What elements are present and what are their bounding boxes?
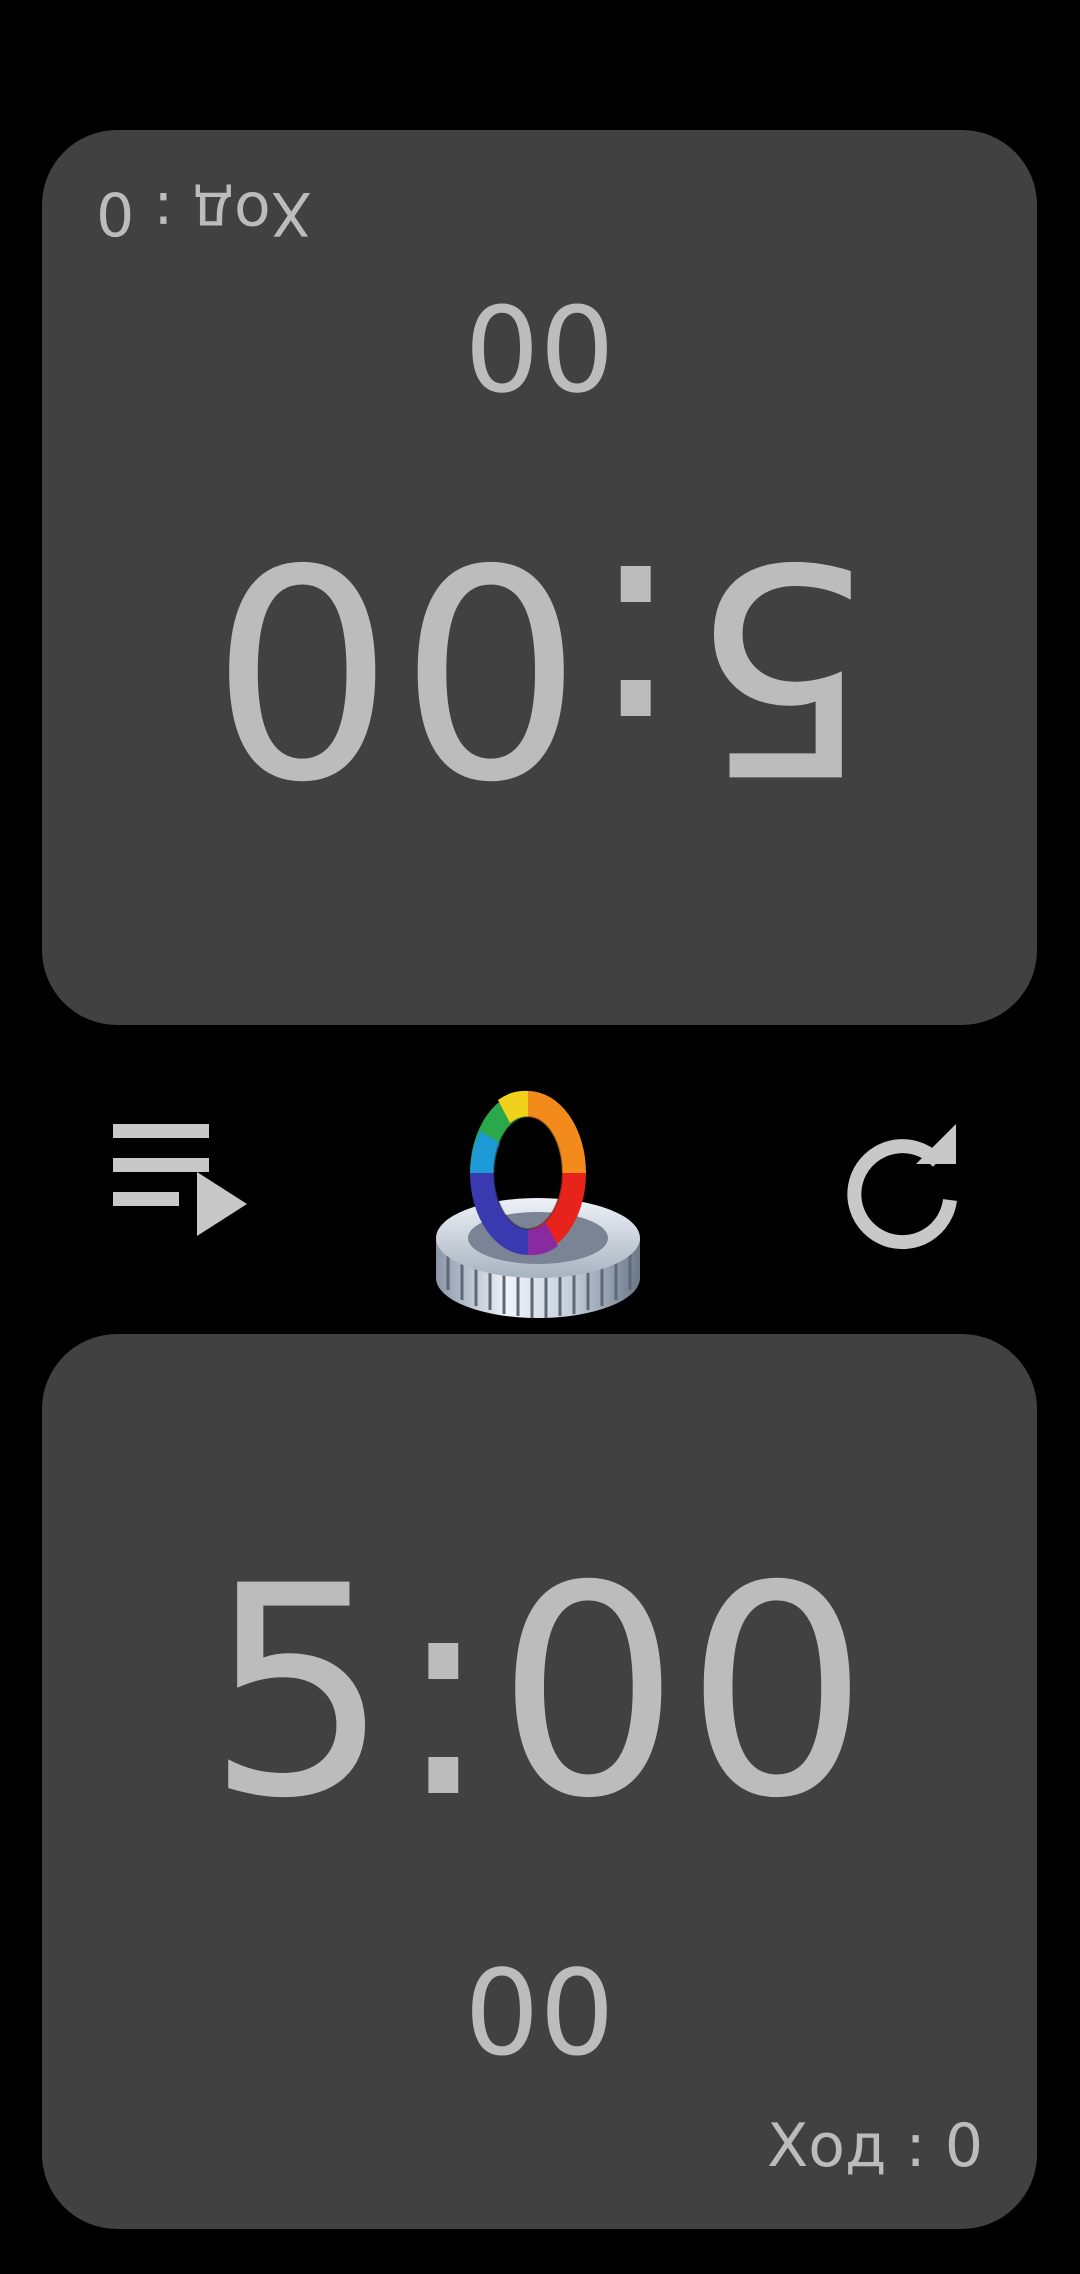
top-sub-time: 00 bbox=[464, 277, 615, 415]
top-player-clock[interactable]: 5:00 00 Ход : 0 bbox=[42, 130, 1037, 1025]
top-main-time: 5:00 bbox=[205, 497, 874, 834]
controls-bar bbox=[0, 1040, 1080, 1320]
refresh-icon bbox=[847, 1124, 957, 1250]
settings-button[interactable] bbox=[428, 1068, 648, 1338]
playlist-play-icon bbox=[113, 1124, 247, 1236]
playlist-button[interactable] bbox=[105, 1122, 255, 1267]
reset-button[interactable] bbox=[840, 1122, 970, 1252]
color-gear-settings-icon bbox=[436, 1090, 640, 1318]
bottom-player-clock[interactable]: 5:00 00 Ход : 0 bbox=[42, 1334, 1037, 2229]
top-move-counter: Ход : 0 bbox=[96, 178, 312, 248]
bottom-main-time: 5:00 bbox=[205, 1525, 874, 1862]
bottom-move-counter: Ход : 0 bbox=[767, 2111, 983, 2181]
chess-clock-screen: 5:00 00 Ход : 0 5:00 00 Ход: 0 bbox=[0, 0, 1080, 2274]
bottom-sub-time: 00 bbox=[464, 1944, 615, 2082]
